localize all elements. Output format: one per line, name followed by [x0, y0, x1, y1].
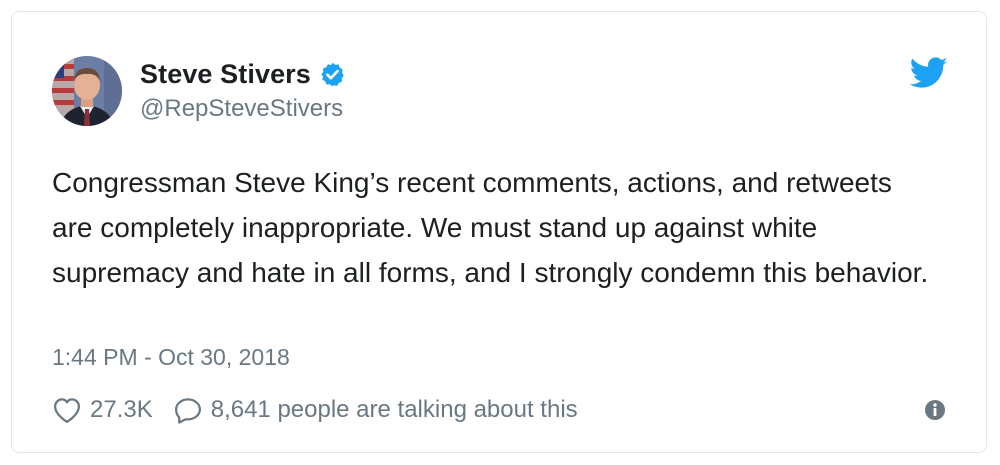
verified-badge-icon [319, 61, 346, 88]
author-name-row[interactable]: Steve Stivers [140, 57, 346, 91]
like-count: 27.3K [90, 396, 153, 423]
twitter-bird-icon[interactable] [909, 57, 948, 89]
info-icon[interactable] [924, 399, 946, 421]
tweet-card: Steve Stivers @RepSteveStivers Congressm… [11, 11, 987, 453]
conversation-count-text: 8,641 people are talking about this [210, 396, 578, 423]
author-handle[interactable]: @RepSteveStivers [140, 95, 343, 123]
avatar-image [52, 56, 122, 126]
author-avatar[interactable] [52, 56, 122, 126]
tweet-text: Congressman Steve King’s recent comments… [52, 167, 929, 288]
speech-bubble-icon [173, 396, 203, 424]
heart-icon [52, 396, 82, 424]
tweet-timestamp[interactable]: 1:44 PM - Oct 30, 2018 [52, 344, 290, 371]
like-button[interactable]: 27.3K [52, 396, 153, 424]
tweet-actions: 27.3K 8,641 people are talking about thi… [52, 394, 578, 426]
author-display-name[interactable]: Steve Stivers [140, 59, 311, 90]
conversation-link[interactable]: 8,641 people are talking about this [173, 396, 578, 424]
